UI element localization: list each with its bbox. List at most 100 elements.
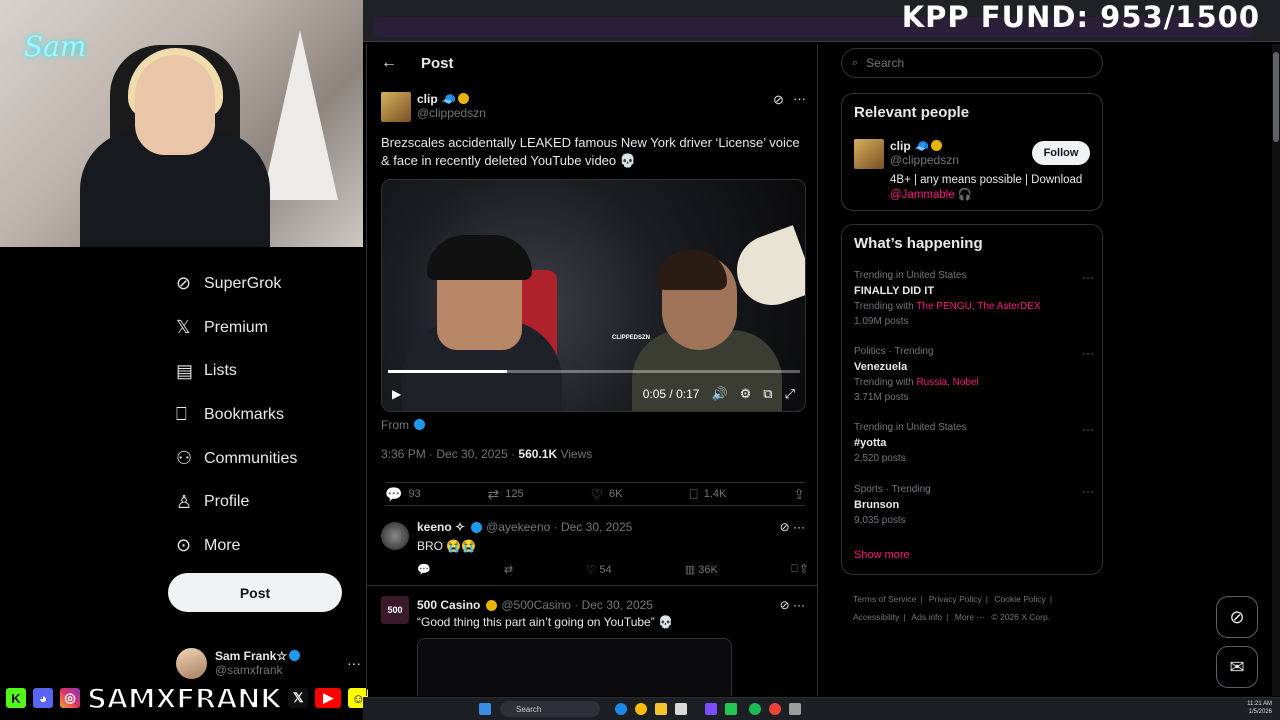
- social-overlay: K ◕ ◎ SAMXFRANK 𝕏 ▶ ☺: [4, 681, 371, 716]
- relevant-person[interactable]: clip 🧢 @clippedszn: [854, 139, 959, 169]
- sidebar-item-more[interactable]: ⊙ More: [168, 524, 358, 568]
- timestamp[interactable]: 3:36 PM · Dec 30, 2025 ·: [381, 447, 515, 461]
- settings-icon[interactable]: ⚙: [740, 386, 752, 402]
- card-title: What’s happening: [854, 235, 983, 252]
- spotify-icon[interactable]: [749, 703, 761, 715]
- chrome-icon[interactable]: [635, 703, 647, 715]
- like-button[interactable]: ♡ 54: [586, 563, 611, 576]
- fullscreen-icon[interactable]: ⤢: [785, 386, 795, 402]
- sidebar-item-bookmarks[interactable]: ⎕ Bookmarks: [168, 393, 358, 437]
- search-input[interactable]: [866, 56, 1067, 70]
- video-controls: ▶ 0:05 / 0:17 🔊 ⚙ ⧉ ⤢: [382, 377, 805, 411]
- page-title: Post: [421, 54, 454, 72]
- reply-media[interactable]: [417, 638, 732, 696]
- share-button[interactable]: ⇪: [793, 486, 805, 503]
- grok-icon[interactable]: ⊘: [773, 92, 784, 108]
- avatar[interactable]: 500: [381, 596, 409, 624]
- sidebar-item-communities[interactable]: ⚇ Communities: [168, 437, 358, 481]
- show-more-link[interactable]: Show more: [854, 549, 910, 561]
- app-icon[interactable]: [725, 703, 737, 715]
- avatar[interactable]: [381, 522, 409, 550]
- store-icon[interactable]: [675, 703, 687, 715]
- footer-link[interactable]: Terms of Service: [853, 594, 916, 604]
- christmas-tree: [262, 30, 338, 200]
- back-arrow-icon[interactable]: ←: [381, 54, 397, 72]
- folder-icon[interactable]: [655, 703, 667, 715]
- reply-author-name[interactable]: keeno ✧: [417, 520, 465, 534]
- reply-author-name[interactable]: 500 Casino: [417, 598, 480, 612]
- settings-icon[interactable]: [789, 703, 801, 715]
- trend-item[interactable]: Trending in United States #yotta 2,520 p…: [854, 422, 1094, 464]
- reply-item[interactable]: keeno ✧ @ayekeeno · Dec 30, 2025 ⊘ ··· B…: [367, 510, 817, 586]
- person-handle: @clippedszn: [890, 153, 959, 167]
- pip-icon[interactable]: ⧉: [763, 386, 772, 402]
- passenger-right-hair: [657, 250, 727, 290]
- more-circle-icon: ⊙: [176, 535, 192, 556]
- verified-badge-icon: [930, 140, 942, 151]
- reply-button[interactable]: 💬 93: [385, 486, 421, 503]
- post-button[interactable]: Post: [168, 573, 342, 612]
- system-clock[interactable]: 11:21 AM 1/5/2026: [1247, 700, 1272, 716]
- views-button[interactable]: ▥ 36K: [685, 563, 718, 576]
- trend-related: Trending with Russia, Nobel: [854, 377, 979, 388]
- sidebar-item-premium[interactable]: 𝕏 Premium: [168, 306, 358, 350]
- sidebar-item-profile[interactable]: ♙ Profile: [168, 480, 358, 524]
- start-icon[interactable]: [479, 703, 491, 715]
- repost-button[interactable]: ⇄ 125: [488, 486, 524, 503]
- share-icon: ⇪: [793, 485, 805, 502]
- sidebar-item-lists[interactable]: ▤ Lists: [168, 349, 358, 393]
- trend-more-icon[interactable]: ···: [1082, 270, 1094, 284]
- person-bio: 4B+ | any means possible | Download @Jam…: [890, 174, 1083, 201]
- like-button[interactable]: ♡ 6K: [590, 486, 622, 503]
- streamer-face: [135, 55, 215, 155]
- trend-item[interactable]: Politics · Trending Venezuela Trending w…: [854, 346, 1094, 403]
- bookmark-button[interactable]: ⎕ 1.4K: [689, 486, 726, 503]
- reply-icon[interactable]: 💬: [417, 563, 431, 576]
- grok-fab[interactable]: ⊘: [1216, 596, 1258, 638]
- footer-link[interactable]: Accessibility: [853, 612, 899, 622]
- footer-link[interactable]: More ···: [955, 612, 985, 622]
- tweet-author[interactable]: clip 🧢 @clippedszn: [381, 92, 486, 122]
- follow-button[interactable]: Follow: [1032, 141, 1090, 165]
- taskbar-search[interactable]: Search: [500, 701, 600, 717]
- bookmark-icon[interactable]: ⎕ ⇪: [791, 563, 807, 576]
- trend-more-icon[interactable]: ···: [1082, 422, 1094, 436]
- messages-fab[interactable]: ✉: [1216, 646, 1258, 688]
- search-box[interactable]: ⌕: [841, 48, 1103, 78]
- social-brand-name: SAMXFRANK: [86, 681, 283, 716]
- app-icon[interactable]: [705, 703, 717, 715]
- trend-more-icon[interactable]: ···: [1082, 484, 1094, 498]
- avatar[interactable]: [381, 92, 411, 122]
- trend-item[interactable]: Trending in United States FINALLY DID IT…: [854, 270, 1094, 327]
- mail-icon: ✉: [1229, 656, 1245, 677]
- footer-link[interactable]: Ads info: [911, 612, 942, 622]
- fund-counter: KPP FUND: 953/1500: [901, 0, 1260, 34]
- footer-link[interactable]: Cookie Policy: [994, 594, 1046, 604]
- chrome-icon[interactable]: [769, 703, 781, 715]
- page-scrollbar[interactable]: [1272, 44, 1280, 696]
- account-switcher[interactable]: Sam Frank☆ @samxfrank ···: [176, 646, 361, 680]
- trend-more-icon[interactable]: ···: [1082, 346, 1094, 360]
- scrollbar-thumb[interactable]: [1273, 52, 1279, 142]
- account-menu-icon[interactable]: ···: [347, 655, 361, 671]
- trend-item[interactable]: Sports · Trending Brunson 9,035 posts ··…: [854, 484, 1094, 526]
- repost-icon[interactable]: ⇄: [504, 563, 513, 576]
- account-name: Sam Frank☆: [215, 649, 301, 663]
- bio-link[interactable]: @Jammable 🎧: [890, 189, 972, 201]
- avatar[interactable]: [854, 139, 884, 169]
- reply-more-icon[interactable]: ⊘ ···: [780, 520, 805, 534]
- x-icon: 𝕏: [286, 686, 311, 710]
- reply-more-icon[interactable]: ⊘ ···: [780, 598, 805, 612]
- youtube-icon: ▶: [313, 686, 344, 710]
- sidebar-item-supergrok[interactable]: ⊘ SuperGrok: [168, 262, 358, 306]
- footer-link[interactable]: Privacy Policy: [929, 594, 982, 604]
- play-icon[interactable]: ▶: [392, 387, 401, 401]
- reply-item[interactable]: 500 500 Casino @500Casino · Dec 30, 2025…: [367, 586, 817, 696]
- video-player[interactable]: CLIPPEDSZN ▶ 0:05 / 0:17 🔊 ⚙ ⧉ ⤢: [381, 179, 806, 412]
- volume-icon[interactable]: 🔊: [711, 386, 727, 402]
- video-progress-bar[interactable]: [388, 370, 800, 373]
- edge-icon[interactable]: [615, 703, 627, 715]
- sidebar-nav: ⊘ SuperGrok 𝕏 Premium ▤ Lists ⎕ Bookmarks ⚇ C…: [168, 262, 358, 568]
- more-options-icon[interactable]: ···: [793, 91, 806, 106]
- post-column: ← Post clip 🧢 @clippedszn ⊘ ··· Brezscal…: [366, 44, 818, 696]
